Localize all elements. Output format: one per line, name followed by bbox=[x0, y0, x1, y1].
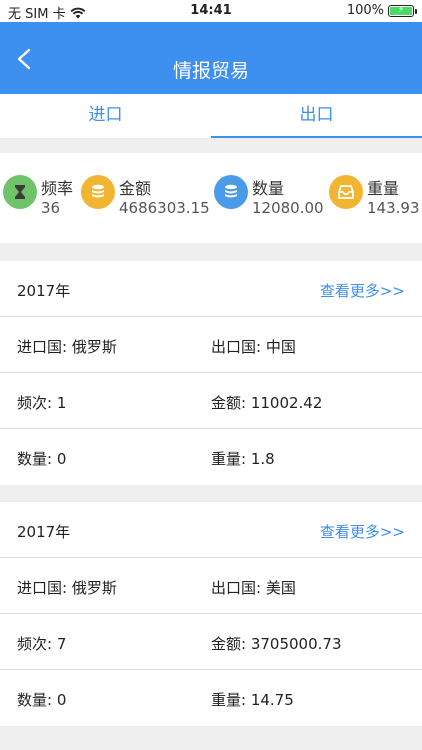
record-weight: 重量: 14.75 bbox=[211, 691, 294, 709]
record-frequency: 频次: 7 bbox=[17, 635, 67, 653]
tab-bar: 进口 出口 bbox=[0, 94, 422, 138]
battery-icon: ⚡ bbox=[388, 4, 417, 17]
record-row: 频次: 1 金额: 11002.42 bbox=[0, 373, 422, 429]
stat-value: 143.93 bbox=[367, 199, 420, 217]
record-quantity: 数量: 0 bbox=[17, 691, 67, 709]
record-year: 2017年 bbox=[17, 282, 71, 300]
stat-value: 36 bbox=[41, 199, 61, 217]
stat-label: 频率 bbox=[41, 179, 74, 198]
status-bar: 无 SIM 卡 14:41 100% ⚡ bbox=[0, 0, 422, 22]
record-row: 数量: 0 重量: 14.75 bbox=[0, 670, 422, 726]
record-row: 进口国: 俄罗斯 出口国: 中国 bbox=[0, 317, 422, 373]
battery-info: 100% ⚡ bbox=[346, 3, 417, 18]
hourglass-icon bbox=[3, 175, 37, 209]
record-header: 2017年 查看更多>> bbox=[0, 261, 422, 317]
stat-label: 重量 bbox=[367, 179, 400, 198]
record-exporter: 出口国: 美国 bbox=[211, 579, 296, 597]
page-title: 情报贸易 bbox=[172, 60, 249, 82]
record-quantity: 数量: 0 bbox=[17, 450, 67, 468]
nav-bar: 情报贸易 bbox=[0, 22, 422, 94]
record-amount: 金额: 11002.42 bbox=[211, 394, 323, 412]
record-amount: 金额: 3705000.73 bbox=[211, 635, 342, 653]
stat-value: 12080.00 bbox=[252, 199, 324, 217]
record-frequency: 频次: 1 bbox=[17, 394, 67, 412]
record-weight: 重量: 1.8 bbox=[211, 450, 275, 468]
stat-label: 数量 bbox=[252, 179, 285, 198]
record-importer: 进口国: 俄罗斯 bbox=[17, 579, 117, 597]
battery-percent: 100% bbox=[346, 3, 384, 18]
view-more-link[interactable]: 查看更多>> bbox=[320, 280, 405, 301]
record-importer: 进口国: 俄罗斯 bbox=[17, 338, 117, 356]
inbox-icon bbox=[329, 175, 363, 209]
record-year: 2017年 bbox=[17, 523, 71, 541]
record-header: 2017年 查看更多>> bbox=[0, 502, 422, 558]
record-exporter: 出口国: 中国 bbox=[211, 338, 296, 356]
stats-panel: 频率 36 金额 4686303.15 数量 12080.00 重量 143.9… bbox=[0, 153, 422, 243]
tab-import[interactable]: 进口 bbox=[0, 94, 211, 138]
tab-export[interactable]: 出口 bbox=[211, 94, 422, 138]
record-card: 2017年 查看更多>> 进口国: 俄罗斯 出口国: 中国 频次: 1 金额: … bbox=[0, 261, 422, 485]
view-more-link[interactable]: 查看更多>> bbox=[320, 521, 405, 542]
database-icon bbox=[214, 175, 248, 209]
stat-value: 4686303.15 bbox=[119, 199, 210, 217]
record-row: 进口国: 俄罗斯 出口国: 美国 bbox=[0, 558, 422, 614]
record-card: 2017年 查看更多>> 进口国: 俄罗斯 出口国: 美国 频次: 7 金额: … bbox=[0, 502, 422, 726]
stat-label: 金额 bbox=[119, 179, 152, 198]
record-row: 数量: 0 重量: 1.8 bbox=[0, 429, 422, 485]
record-row: 频次: 7 金额: 3705000.73 bbox=[0, 614, 422, 670]
coins-icon bbox=[81, 175, 115, 209]
